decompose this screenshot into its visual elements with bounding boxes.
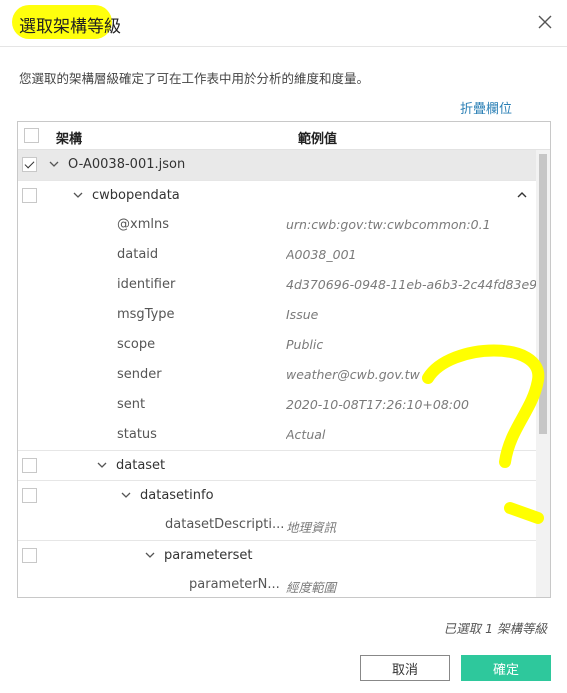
chevron-down-icon[interactable] (96, 459, 108, 471)
header-divider (0, 46, 567, 47)
tree-leaf-row: identifier 4d370696-0948-11eb-a6b3-2c44f… (18, 270, 536, 300)
question-mark-scribble (422, 344, 545, 524)
row-checkbox[interactable] (22, 548, 37, 563)
cancel-button[interactable]: 取消 (360, 655, 450, 681)
sample-value: 4d370696-0948-11eb-a6b3-2c44fd83e9f8 (286, 277, 536, 292)
chevron-down-icon[interactable] (120, 489, 132, 501)
close-icon[interactable] (535, 12, 555, 32)
row-checkbox[interactable] (22, 188, 37, 203)
row-checkbox[interactable] (22, 488, 37, 503)
field-name: dataid (117, 247, 159, 262)
field-name: msgType (117, 307, 175, 322)
tree-node-label: dataset (116, 458, 166, 473)
tree-node-label: parameterset (164, 548, 253, 563)
field-name: sender (117, 367, 162, 382)
column-header-schema: 架構 (56, 132, 83, 147)
chevron-down-icon[interactable] (144, 549, 156, 561)
field-name: datasetDescripti... (165, 517, 285, 532)
tree-leaf-row: msgType Issue (18, 300, 536, 330)
sample-value: urn:cwb:gov:tw:cwbcommon:0.1 (286, 217, 491, 232)
field-name: @xmlns (117, 217, 169, 232)
grid-header: 架構 範例值 (18, 122, 550, 150)
chevron-down-icon[interactable] (48, 158, 60, 170)
row-checkbox[interactable] (22, 157, 37, 172)
select-all-checkbox[interactable] (24, 128, 39, 143)
tree-leaf-row: @xmlns urn:cwb:gov:tw:cwbcommon:0.1 (18, 210, 536, 240)
tree-row-root[interactable]: O-A0038-001.json (18, 150, 536, 180)
field-name: scope (117, 337, 156, 352)
chevron-down-icon[interactable] (72, 189, 84, 201)
sample-value: A0038_001 (286, 247, 357, 262)
column-header-sample: 範例值 (298, 132, 338, 147)
tree-row-cwbopendata[interactable]: cwbopendata (18, 180, 536, 210)
selection-status: 已選取 1 架構等級 (443, 621, 547, 636)
tree-node-label: cwbopendata (92, 188, 180, 203)
select-schema-level-dialog: 選取架構等級 您選取的架構層級確定了可在工作表中用於分析的維度和度量。 折疊欄位… (0, 0, 567, 693)
dialog-title: 選取架構等級 (19, 17, 121, 37)
tree-leaf-row: dataid A0038_001 (18, 240, 536, 270)
tree-row-parameterset[interactable]: parameterset (18, 540, 536, 570)
field-name: identifier (117, 277, 176, 292)
field-name: parameterN... (189, 577, 280, 592)
ok-button[interactable]: 確定 (461, 655, 551, 681)
chevron-up-icon[interactable] (516, 189, 528, 201)
tree-node-label: O-A0038-001.json (68, 157, 186, 172)
field-name: status (117, 427, 157, 442)
collapse-columns-link[interactable]: 折疊欄位 (460, 98, 512, 117)
tree-leaf-row: parameterN... 經度範圍 (18, 570, 536, 597)
field-name: sent (117, 397, 146, 412)
row-checkbox[interactable] (22, 458, 37, 473)
tree-node-label: datasetinfo (140, 488, 214, 503)
dialog-description: 您選取的架構層級確定了可在工作表中用於分析的維度和度量。 (19, 71, 370, 86)
sample-value: 經度範圍 (286, 580, 337, 595)
sample-value: Issue (286, 307, 319, 322)
